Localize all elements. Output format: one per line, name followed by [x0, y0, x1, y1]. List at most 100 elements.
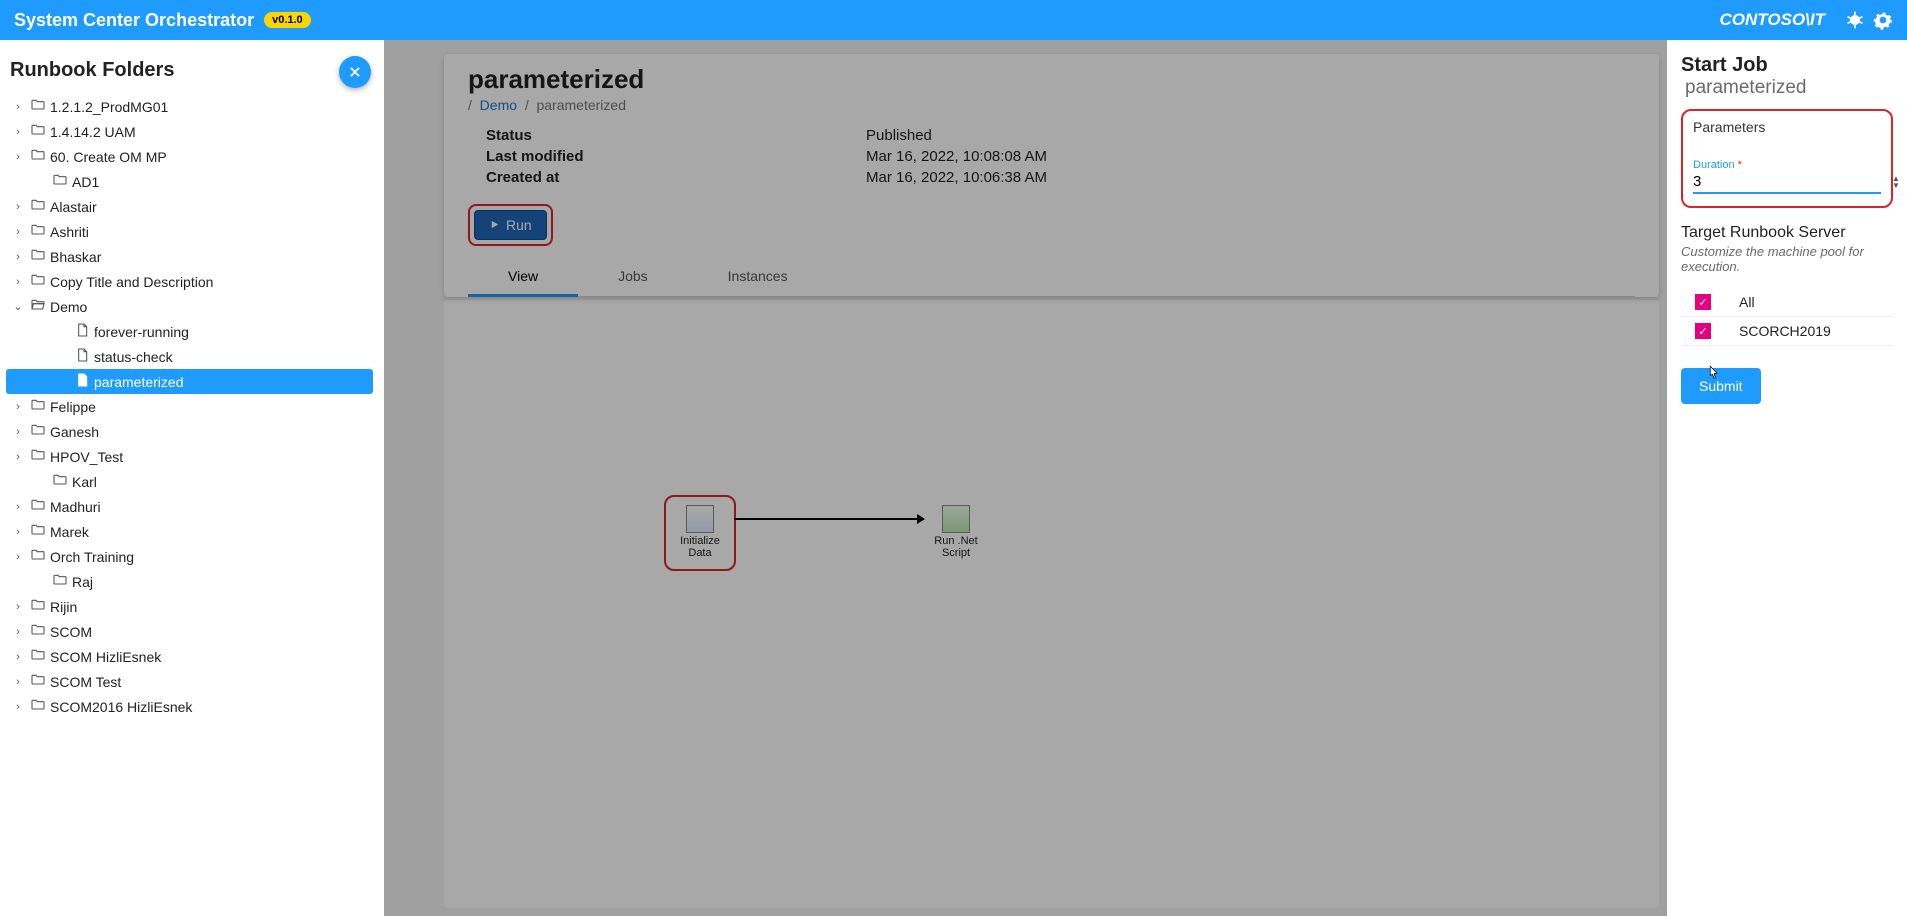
- tree-item-label: 1.4.14.2 UAM: [50, 124, 136, 140]
- folder-icon: [30, 247, 46, 266]
- chevron-right-icon[interactable]: ›: [10, 676, 26, 688]
- tree-item-label: Karl: [72, 474, 97, 490]
- folder-icon: [30, 447, 46, 466]
- modal-overlay[interactable]: [384, 40, 1667, 916]
- file-icon: [74, 372, 90, 391]
- folder-item-hpov-test[interactable]: ›HPOV_Test: [6, 444, 373, 469]
- folder-open-icon: [30, 297, 46, 316]
- tree-item-label: Ashriti: [50, 224, 89, 240]
- chevron-right-icon[interactable]: ›: [10, 626, 26, 638]
- chevron-right-icon[interactable]: ›: [10, 101, 26, 113]
- folder-icon: [30, 197, 46, 216]
- folder-item-scom-hizliesnek[interactable]: › SCOM HizliEsnek: [6, 644, 373, 669]
- folder-item-scom2016-hizliesnek[interactable]: ›SCOM2016 HizliEsnek: [6, 694, 373, 719]
- folder-item-scom-test[interactable]: › SCOM Test: [6, 669, 373, 694]
- tree-item-label: parameterized: [94, 374, 184, 390]
- tree-item-label: SCOM Test: [50, 674, 121, 690]
- tree-item-label: Orch Training: [50, 549, 134, 565]
- folder-icon: [30, 397, 46, 416]
- tree-item-label: SCOM: [50, 624, 92, 640]
- chevron-right-icon[interactable]: ›: [10, 551, 26, 563]
- checkbox-checked-icon[interactable]: ✓: [1695, 323, 1711, 339]
- collapse-sidebar-button[interactable]: [339, 56, 371, 88]
- folder-item-60-create-om-mp[interactable]: › 60. Create OM MP: [6, 144, 373, 169]
- folder-item-1-2-1-2-prodmg01[interactable]: ›1.2.1.2_ProdMG01: [6, 94, 373, 119]
- tree-item-label: forever-running: [94, 324, 189, 340]
- folder-item-ashriti[interactable]: › Ashriti: [6, 219, 373, 244]
- folder-item-copy-title-and-description[interactable]: › Copy Title and Description: [6, 269, 373, 294]
- folder-icon: [30, 522, 46, 541]
- chevron-right-icon[interactable]: ›: [10, 701, 26, 713]
- chevron-right-icon[interactable]: ›: [10, 126, 26, 138]
- chevron-right-icon[interactable]: ›: [10, 451, 26, 463]
- folder-item-madhuri[interactable]: ›Madhuri: [6, 494, 373, 519]
- server-checklist: ✓All✓SCORCH2019: [1681, 288, 1893, 346]
- folder-item-orch-training[interactable]: › Orch Training: [6, 544, 373, 569]
- folder-icon: [30, 647, 46, 666]
- chevron-right-icon[interactable]: ›: [10, 151, 26, 163]
- chevron-right-icon[interactable]: ›: [10, 401, 26, 413]
- tree-item-label: 60. Create OM MP: [50, 149, 167, 165]
- chevron-right-icon[interactable]: ›: [10, 601, 26, 613]
- runbook-item-parameterized[interactable]: parameterized: [6, 369, 373, 394]
- tree-item-label: Rijin: [50, 599, 77, 615]
- folder-tree: ›1.2.1.2_ProdMG01›1.4.14.2 UAM›60. Creat…: [0, 90, 379, 739]
- folder-item-scom[interactable]: › SCOM: [6, 619, 373, 644]
- duration-input[interactable]: [1693, 171, 1892, 192]
- tree-item-label: Copy Title and Description: [50, 274, 213, 290]
- file-icon: [74, 322, 90, 341]
- folder-icon: [30, 497, 46, 516]
- bug-icon[interactable]: [1845, 10, 1865, 30]
- file-icon: [74, 347, 90, 366]
- folder-icon: [30, 697, 46, 716]
- chevron-right-icon[interactable]: ›: [10, 226, 26, 238]
- tree-item-label: AD1: [72, 174, 99, 190]
- target-server-sub: Customize the machine pool for execution…: [1681, 244, 1893, 274]
- folder-item-ad1[interactable]: AD1: [6, 169, 373, 194]
- runbook-item-forever-running[interactable]: forever-running: [6, 319, 373, 344]
- chevron-right-icon[interactable]: ›: [10, 276, 26, 288]
- sidebar-heading: Runbook Folders: [10, 59, 174, 82]
- folder-item-1-4-14-2-uam[interactable]: › 1.4.14.2 UAM: [6, 119, 373, 144]
- folder-item-raj[interactable]: Raj: [6, 569, 373, 594]
- chevron-right-icon[interactable]: ›: [10, 251, 26, 263]
- chevron-right-icon[interactable]: ›: [10, 501, 26, 513]
- chevron-down-icon[interactable]: ▼: [1892, 182, 1900, 189]
- folder-item-ganesh[interactable]: ›Ganesh: [6, 419, 373, 444]
- folder-item-alastair[interactable]: › Alastair: [6, 194, 373, 219]
- folder-item-bhaskar[interactable]: ›Bhaskar: [6, 244, 373, 269]
- folder-icon: [30, 547, 46, 566]
- folder-item-demo[interactable]: ⌄ Demo: [6, 294, 373, 319]
- tree-item-label: Demo: [50, 299, 87, 315]
- main-content: parameterized / Demo / parameterized Sta…: [384, 40, 1667, 916]
- parameters-box-highlight: Parameters Duration * ▲ ▼: [1681, 109, 1893, 208]
- tree-item-label: Raj: [72, 574, 93, 590]
- chevron-right-icon[interactable]: ›: [10, 526, 26, 538]
- settings-icon[interactable]: [1873, 10, 1893, 30]
- parameters-heading: Parameters: [1693, 119, 1881, 135]
- folder-item-marek[interactable]: ›Marek: [6, 519, 373, 544]
- start-job-panel: Start Job parameterized Parameters Durat…: [1667, 40, 1907, 916]
- panel-title: Start Job: [1681, 54, 1768, 76]
- submit-button[interactable]: Submit: [1681, 368, 1761, 404]
- server-option-scorch2019[interactable]: ✓ SCORCH2019: [1681, 317, 1893, 346]
- chevron-right-icon[interactable]: ›: [10, 201, 26, 213]
- folder-icon: [30, 97, 46, 116]
- chevron-down-icon[interactable]: ⌄: [10, 300, 26, 313]
- folder-item-felippe[interactable]: ›Felippe: [6, 394, 373, 419]
- tree-item-label: SCOM HizliEsnek: [50, 649, 161, 665]
- runbook-folders-sidebar: Runbook Folders ›1.2.1.2_ProdMG01›1.4.14…: [0, 40, 384, 916]
- chevron-right-icon[interactable]: ›: [10, 426, 26, 438]
- tree-item-label: Alastair: [50, 199, 97, 215]
- panel-subtitle: parameterized: [1685, 77, 1806, 98]
- target-server-heading: Target Runbook Server: [1681, 224, 1893, 242]
- checkbox-checked-icon[interactable]: ✓: [1695, 294, 1711, 310]
- folder-item-karl[interactable]: Karl: [6, 469, 373, 494]
- server-option-label: SCORCH2019: [1739, 323, 1831, 339]
- quantity-stepper[interactable]: ▲ ▼: [1892, 175, 1900, 189]
- folder-icon: [52, 572, 68, 591]
- folder-item-rijin[interactable]: › Rijin: [6, 594, 373, 619]
- runbook-item-status-check[interactable]: status-check: [6, 344, 373, 369]
- chevron-right-icon[interactable]: ›: [10, 651, 26, 663]
- server-option-all[interactable]: ✓All: [1681, 288, 1893, 317]
